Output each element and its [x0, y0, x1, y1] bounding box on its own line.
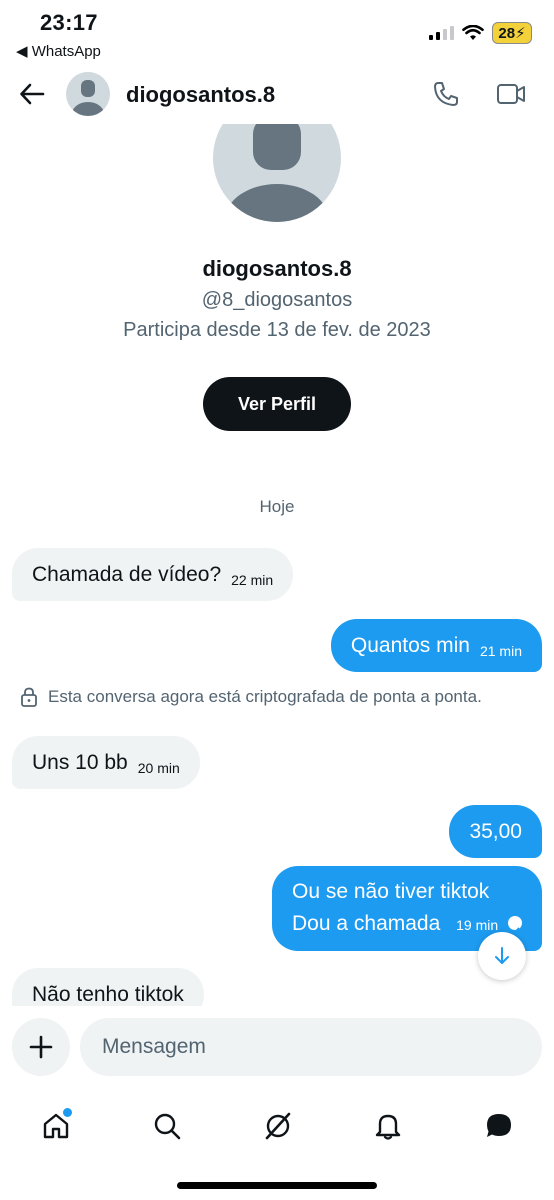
message-input[interactable]	[80, 1018, 542, 1076]
arrow-down-icon	[495, 947, 509, 964]
phone-icon[interactable]	[432, 80, 460, 108]
message-bubble-incoming[interactable]: Chamada de vídeo? 22 min	[12, 548, 294, 601]
message-bubble-incoming[interactable]: Uns 10 bb 20 min	[12, 736, 200, 789]
encryption-notice: Esta conversa agora está criptografada d…	[20, 687, 482, 707]
chat-header: diogosantos.8	[0, 64, 554, 124]
back-to-app-link[interactable]: ◀ WhatsApp	[16, 42, 101, 60]
message-text: Chamada de vídeo?	[32, 562, 222, 586]
back-arrow-icon[interactable]	[18, 80, 46, 108]
signal-icon	[429, 26, 454, 40]
message-composer	[0, 1006, 554, 1090]
wifi-icon	[462, 25, 484, 40]
avatar[interactable]	[66, 72, 110, 116]
video-camera-icon[interactable]	[496, 80, 526, 108]
messages-icon[interactable]	[477, 1104, 521, 1148]
message-time: 21 min	[479, 642, 522, 659]
view-profile-button[interactable]: Ver Perfil	[203, 377, 351, 431]
notifications-icon[interactable]	[366, 1104, 410, 1148]
status-bar: 23:17 ◀ WhatsApp 28⚡	[0, 0, 554, 64]
status-time: 23:17	[40, 10, 98, 35]
message-text: Não tenho tiktok	[32, 982, 184, 1006]
message-bubble-outgoing[interactable]: 35,00	[449, 805, 542, 858]
notification-dot	[63, 1108, 72, 1117]
message-text-line: Dou a chamada	[292, 912, 441, 935]
message-time: 22 min	[231, 571, 274, 588]
chat-username[interactable]: diogosantos.8	[126, 82, 275, 108]
message-text: 35,00	[469, 819, 522, 843]
plus-icon	[29, 1035, 53, 1059]
message-time: 20 min	[137, 759, 180, 776]
message-text: Uns 10 bb	[32, 750, 128, 774]
read-check-icon	[508, 916, 522, 936]
profile-handle: @8_diogosantos	[201, 289, 353, 311]
status-icons: 28⚡	[429, 22, 532, 44]
encryption-notice-text: Esta conversa agora está criptografada d…	[48, 687, 482, 706]
scroll-down-button[interactable]	[478, 932, 526, 980]
grok-icon[interactable]	[256, 1104, 300, 1148]
message-text: Quantos min	[350, 633, 470, 657]
profile-name: diogosantos.8	[202, 256, 352, 281]
battery-icon: 28⚡	[492, 22, 532, 44]
home-indicator[interactable]	[177, 1182, 377, 1189]
lock-icon	[21, 687, 37, 707]
home-icon[interactable]	[34, 1104, 78, 1148]
day-separator: Hoje	[259, 497, 295, 516]
message-time: 19 min	[456, 917, 499, 933]
message-bubble-outgoing[interactable]: Quantos min 21 min	[330, 619, 542, 672]
bottom-navigation	[0, 1090, 554, 1200]
message-text-line: Ou se não tiver tiktok	[292, 880, 490, 903]
profile-joined-date: Participa desde 13 de fev. de 2023	[123, 319, 431, 341]
search-icon[interactable]	[145, 1104, 189, 1148]
add-attachment-button[interactable]	[12, 1018, 70, 1076]
